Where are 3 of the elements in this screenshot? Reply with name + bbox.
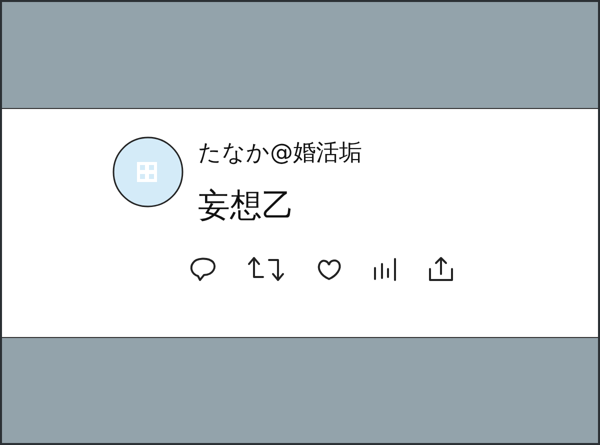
avatar-icon: [112, 136, 184, 208]
post-text: 妄想乙: [198, 184, 294, 226]
author-name: たなか@婚活垢: [198, 138, 362, 168]
